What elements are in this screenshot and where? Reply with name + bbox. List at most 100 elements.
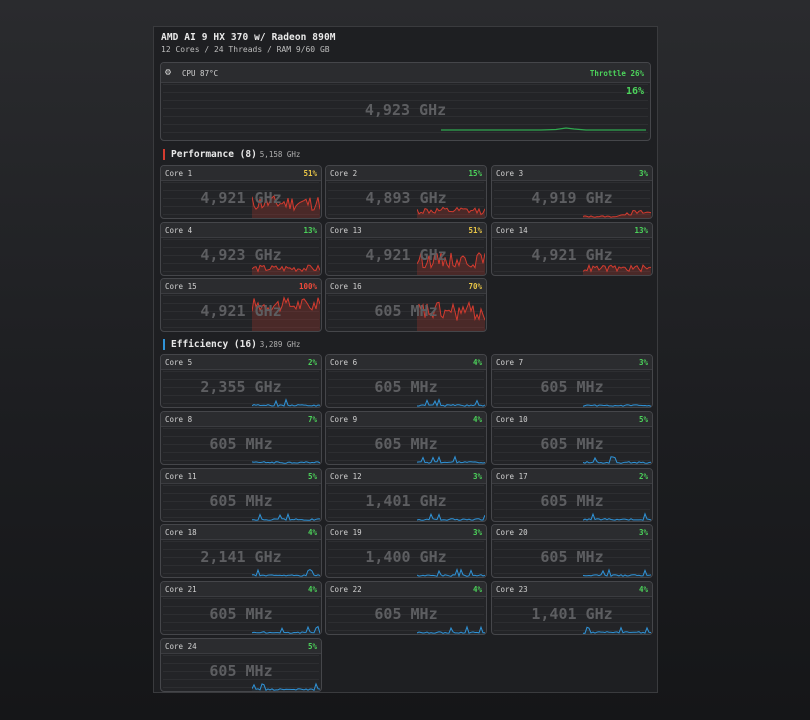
core-card: Core 16 70% 605 MHz	[325, 278, 487, 332]
throttle-value: Throttle 26%	[589, 69, 644, 78]
core-label: Core 2	[330, 169, 358, 178]
core-frequency: 605 MHz	[540, 491, 604, 510]
core-card: Core 9 4% 605 MHz	[325, 410, 487, 465]
core-label: Core 3	[496, 169, 524, 178]
core-card: Core 5 2% 2,355 GHz	[160, 354, 322, 408]
core-frequency: 605 MHz	[540, 378, 604, 396]
core-frequency: 4,923 GHz	[200, 245, 282, 264]
gear-icon[interactable]: ⚙	[165, 68, 175, 78]
core-frequency: 605 MHz	[374, 605, 438, 624]
core-card: Core 17 2% 605 MHz	[491, 467, 653, 522]
core-frequency: 2,141 GHz	[200, 548, 282, 567]
core-card: Core 14 13% 4,921 GHz	[491, 221, 653, 276]
efficiency-section-title: Efficiency (16) 3,289 GHz	[171, 339, 301, 350]
core-frequency: 605 MHz	[540, 548, 604, 567]
core-frequency: 605 MHz	[374, 378, 438, 396]
core-card: Core 23 4% 1,401 GHz	[491, 581, 653, 636]
core-label: Core 19	[330, 528, 362, 538]
core-usage-percent: 4%	[472, 585, 482, 595]
core-usage-percent: 13%	[303, 225, 317, 235]
core-card: Core 7 3% 605 MHz	[491, 354, 653, 408]
processor-name: AMD AI 9 HX 370 w/ Radeon 890M	[161, 32, 336, 43]
core-label: Core 20	[496, 528, 528, 538]
core-usage-percent: 100%	[298, 282, 317, 291]
core-frequency: 1,401 GHz	[365, 491, 447, 510]
core-label: Core 14	[496, 225, 528, 235]
core-card: Core 2 15% 4,893 GHz	[325, 165, 487, 219]
core-frequency: 605 MHz	[374, 434, 438, 453]
core-usage-percent: 2%	[307, 358, 317, 367]
core-label: Core 1	[165, 169, 193, 178]
core-label: Core 13	[330, 225, 362, 235]
core-frequency: 1,401 GHz	[531, 605, 613, 624]
core-usage-percent: 3%	[638, 169, 648, 178]
core-usage-percent: 5%	[638, 414, 648, 424]
core-card: Core 1 51% 4,921 GHz	[160, 165, 322, 219]
core-card: Core 3 3% 4,919 GHz	[491, 165, 653, 219]
core-usage-percent: 4%	[472, 414, 482, 424]
cpu-usage-percent: 16%	[625, 86, 644, 97]
core-frequency: 2,355 GHz	[200, 378, 282, 396]
cpu-temperature-label: CPU 87°C	[182, 69, 219, 78]
performance-section-title: Performance (8) 5,158 GHz	[171, 149, 301, 160]
core-frequency: 605 MHz	[209, 491, 273, 510]
core-frequency: 605 MHz	[209, 434, 273, 453]
core-card: Core 6 4% 605 MHz	[325, 354, 487, 408]
core-usage-percent: 51%	[468, 225, 482, 235]
core-frequency: 4,921 GHz	[200, 302, 282, 320]
performance-section-marker	[163, 149, 165, 160]
core-frequency: 1,400 GHz	[365, 548, 447, 567]
core-label: Core 6	[330, 358, 358, 367]
core-label: Core 21	[165, 585, 197, 595]
core-usage-percent: 4%	[307, 585, 317, 595]
core-frequency: 4,893 GHz	[365, 189, 447, 207]
core-usage-percent: 4%	[638, 585, 648, 595]
core-card: Core 12 3% 1,401 GHz	[325, 467, 487, 522]
core-usage-percent: 5%	[307, 642, 317, 651]
core-label: Core 17	[496, 471, 528, 481]
core-label: Core 4	[165, 225, 193, 235]
core-usage-percent: 15%	[468, 169, 482, 178]
core-usage-percent: 13%	[634, 225, 648, 235]
core-card: Core 11 5% 605 MHz	[160, 467, 322, 522]
core-frequency: 605 MHz	[209, 662, 273, 680]
core-frequency: 605 MHz	[209, 605, 273, 624]
core-card: Core 22 4% 605 MHz	[325, 581, 487, 636]
core-label: Core 22	[330, 585, 362, 595]
core-label: Core 10	[496, 414, 528, 424]
core-frequency: 4,921 GHz	[365, 245, 447, 264]
core-label: Core 12	[330, 471, 362, 481]
core-usage-percent: 3%	[638, 358, 648, 367]
core-card: Core 13 51% 4,921 GHz	[325, 221, 487, 276]
core-card: Core 24 5% 605 MHz	[160, 638, 322, 692]
efficiency-section-frequency: 3,289 GHz	[259, 340, 301, 349]
core-card: Core 20 3% 605 MHz	[491, 524, 653, 579]
core-frequency: 605 MHz	[540, 434, 604, 453]
core-label: Core 7	[496, 358, 524, 367]
core-label: Core 9	[330, 414, 358, 424]
core-label: Core 5	[165, 358, 193, 367]
core-card: Core 18 4% 2,141 GHz	[160, 524, 322, 579]
cpu-usage-sparkline	[441, 127, 646, 131]
core-usage-percent: 4%	[307, 528, 317, 538]
core-card: Core 10 5% 605 MHz	[491, 410, 653, 465]
processor-specs: 12 Cores / 24 Threads / RAM 9/60 GB	[161, 45, 330, 54]
cpu-overview-card: ⚙ CPU 87°C Throttle 26% 16% 4,923 GHz	[160, 62, 651, 141]
core-frequency: 4,921 GHz	[200, 189, 282, 207]
core-label: Core 11	[165, 471, 197, 481]
core-label: Core 8	[165, 414, 193, 424]
core-usage-percent: 2%	[638, 471, 648, 481]
cpu-frequency: 4,923 GHz	[364, 101, 447, 119]
core-card: Core 21 4% 605 MHz	[160, 581, 322, 636]
core-label: Core 23	[496, 585, 528, 595]
core-usage-percent: 7%	[307, 414, 317, 424]
core-usage-percent: 51%	[303, 169, 317, 178]
core-usage-percent: 4%	[472, 358, 482, 367]
core-usage-percent: 3%	[472, 471, 482, 481]
performance-section-frequency: 5,158 GHz	[259, 150, 301, 159]
core-label: Core 16	[330, 282, 362, 291]
core-label: Core 15	[165, 282, 197, 291]
core-card: Core 15 100% 4,921 GHz	[160, 278, 322, 332]
core-usage-percent: 70%	[468, 282, 482, 291]
core-card: Core 19 3% 1,400 GHz	[325, 524, 487, 579]
